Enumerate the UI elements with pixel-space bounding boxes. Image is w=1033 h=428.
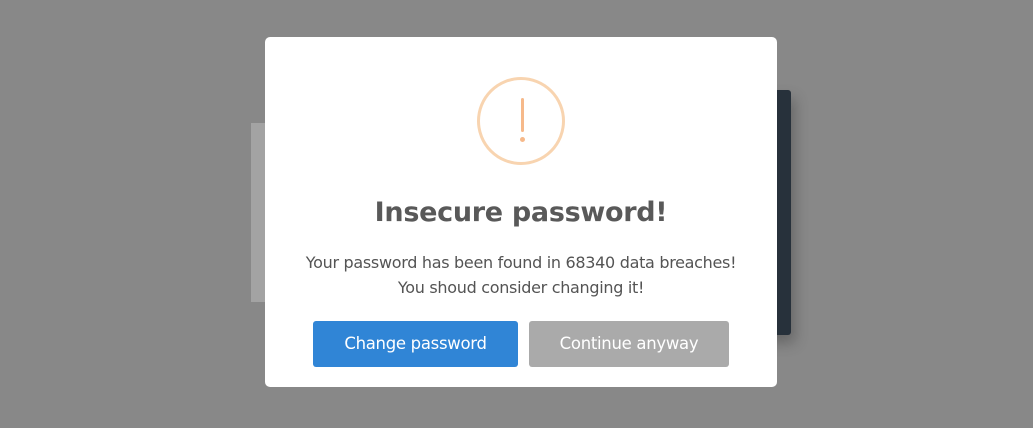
alert-dialog: Insecure password! Your password has bee… [265, 37, 777, 387]
page-overlay[interactable]: Insecure password! Your password has bee… [0, 0, 1033, 428]
exclamation-dot [520, 137, 525, 142]
dialog-message-line2: You shoud consider changing it! [397, 278, 645, 297]
change-password-button[interactable]: Change password [313, 321, 518, 367]
warning-exclamation-icon [477, 77, 565, 165]
dialog-message-line1: Your password has been found in 68340 da… [305, 253, 737, 272]
dialog-title: Insecure password! [374, 197, 668, 228]
continue-anyway-button[interactable]: Continue anyway [529, 321, 729, 367]
exclamation-bar [521, 98, 524, 132]
